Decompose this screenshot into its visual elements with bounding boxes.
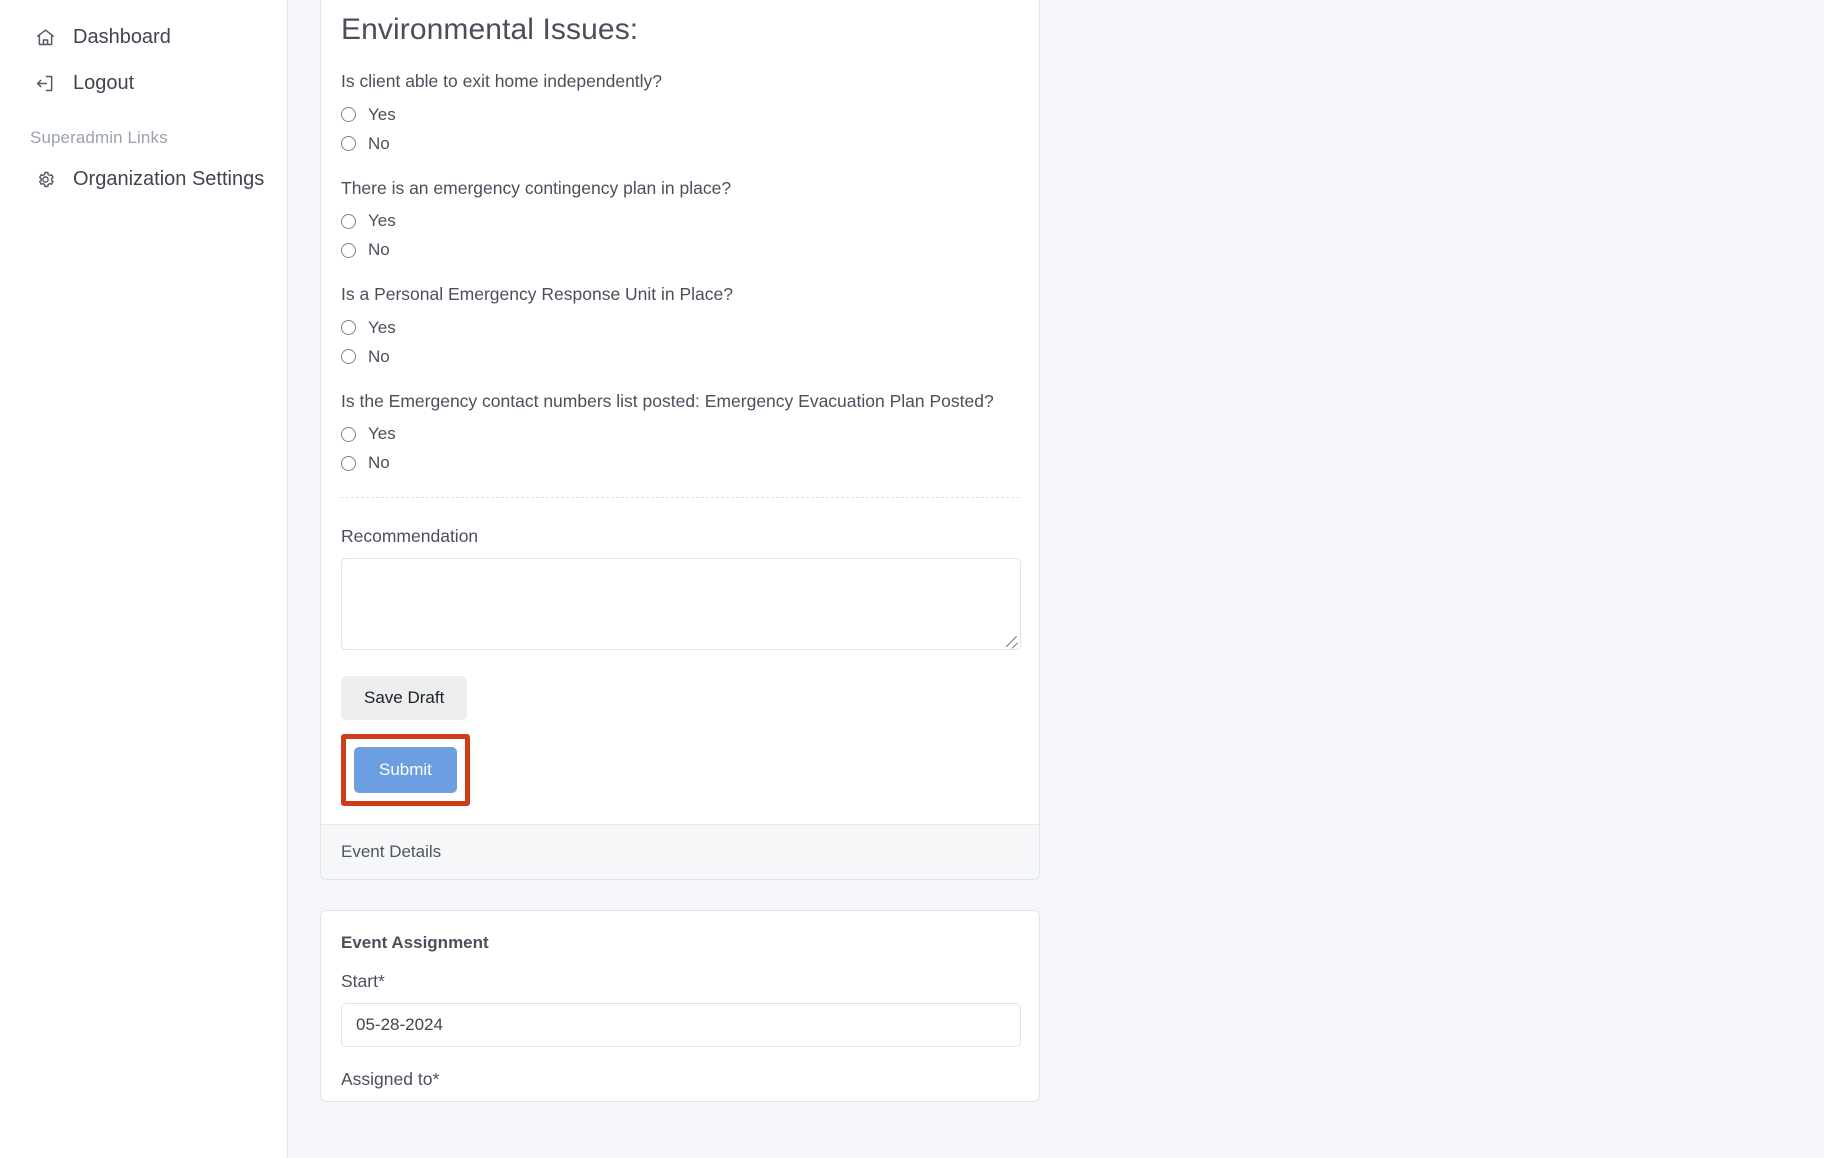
radio-circle-icon[interactable] — [341, 214, 356, 229]
event-assignment-card: Event Assignment Start* 05-28-2024 Assig… — [320, 910, 1040, 1102]
radio-option-no[interactable]: No — [341, 453, 1019, 473]
radio-option-yes[interactable]: Yes — [341, 424, 1019, 444]
radio-label: Yes — [368, 318, 396, 338]
radio-group-contingency-plan: Yes No — [341, 211, 1019, 260]
question-text: Is a Personal Emergency Response Unit in… — [341, 282, 1019, 307]
radio-label: No — [368, 453, 390, 473]
start-date-label: Start* — [341, 971, 1019, 992]
radio-circle-icon[interactable] — [341, 243, 356, 258]
sidebar-item-label: Logout — [73, 69, 134, 97]
submit-button[interactable]: Submit — [354, 747, 457, 793]
card-spacer — [320, 880, 1040, 910]
radio-circle-icon[interactable] — [341, 107, 356, 122]
question-text: Is the Emergency contact numbers list po… — [341, 389, 1019, 414]
sidebar-item-organization-settings[interactable]: Organization Settings — [0, 156, 287, 202]
sidebar-item-label: Dashboard — [73, 23, 171, 51]
sidebar-admin-nav: Organization Settings — [0, 156, 287, 202]
gear-icon — [34, 168, 56, 190]
radio-label: Yes — [368, 211, 396, 231]
radio-group-response-unit: Yes No — [341, 318, 1019, 367]
radio-option-yes[interactable]: Yes — [341, 105, 1019, 125]
question-text: Is client able to exit home independentl… — [341, 69, 1019, 94]
event-details-footer[interactable]: Event Details — [321, 824, 1039, 879]
sidebar-item-logout[interactable]: Logout — [0, 60, 287, 106]
radio-group-exit-home: Yes No — [341, 105, 1019, 154]
question-text: There is an emergency contingency plan i… — [341, 176, 1019, 201]
event-assignment-body: Start* 05-28-2024 Assigned to* — [321, 971, 1039, 1090]
recommendation-label: Recommendation — [341, 526, 1019, 547]
page-title: Environmental Issues: — [341, 0, 1019, 69]
save-draft-row: Save Draft — [341, 676, 1019, 720]
radio-option-no[interactable]: No — [341, 240, 1019, 260]
assigned-to-label: Assigned to* — [341, 1069, 1019, 1090]
sidebar-section-superadmin: Superadmin Links — [0, 106, 287, 156]
recommendation-input[interactable] — [341, 558, 1021, 650]
sidebar: Dashboard Logout Superadmin Links — [0, 0, 288, 1158]
start-date-input[interactable]: 05-28-2024 — [341, 1003, 1021, 1047]
radio-label: No — [368, 240, 390, 260]
radio-label: No — [368, 347, 390, 367]
environmental-issues-card: Environmental Issues: Is client able to … — [320, 0, 1040, 880]
sidebar-item-dashboard[interactable]: Dashboard — [0, 14, 287, 60]
radio-circle-icon[interactable] — [341, 349, 356, 364]
sidebar-nav: Dashboard Logout — [0, 14, 287, 106]
radio-label: Yes — [368, 424, 396, 444]
environmental-issues-body: Environmental Issues: Is client able to … — [321, 0, 1039, 824]
radio-option-no[interactable]: No — [341, 347, 1019, 367]
content-column: Environmental Issues: Is client able to … — [320, 0, 1040, 1102]
submit-button-highlight: Submit — [341, 734, 470, 806]
section-divider — [341, 497, 1019, 498]
radio-label: Yes — [368, 105, 396, 125]
event-assignment-heading: Event Assignment — [321, 911, 1039, 953]
resize-handle-icon[interactable] — [1004, 633, 1018, 647]
radio-circle-icon[interactable] — [341, 136, 356, 151]
logout-icon — [34, 72, 56, 94]
sidebar-item-label: Organization Settings — [73, 165, 264, 193]
radio-option-yes[interactable]: Yes — [341, 211, 1019, 231]
radio-label: No — [368, 134, 390, 154]
radio-circle-icon[interactable] — [341, 320, 356, 335]
radio-option-yes[interactable]: Yes — [341, 318, 1019, 338]
radio-circle-icon[interactable] — [341, 427, 356, 442]
main-content: Environmental Issues: Is client able to … — [288, 0, 1824, 1158]
save-draft-button[interactable]: Save Draft — [341, 676, 467, 720]
radio-circle-icon[interactable] — [341, 456, 356, 471]
app-root: Dashboard Logout Superadmin Links — [0, 0, 1824, 1158]
radio-group-contact-numbers-posted: Yes No — [341, 424, 1019, 473]
radio-option-no[interactable]: No — [341, 134, 1019, 154]
home-icon — [34, 26, 56, 48]
